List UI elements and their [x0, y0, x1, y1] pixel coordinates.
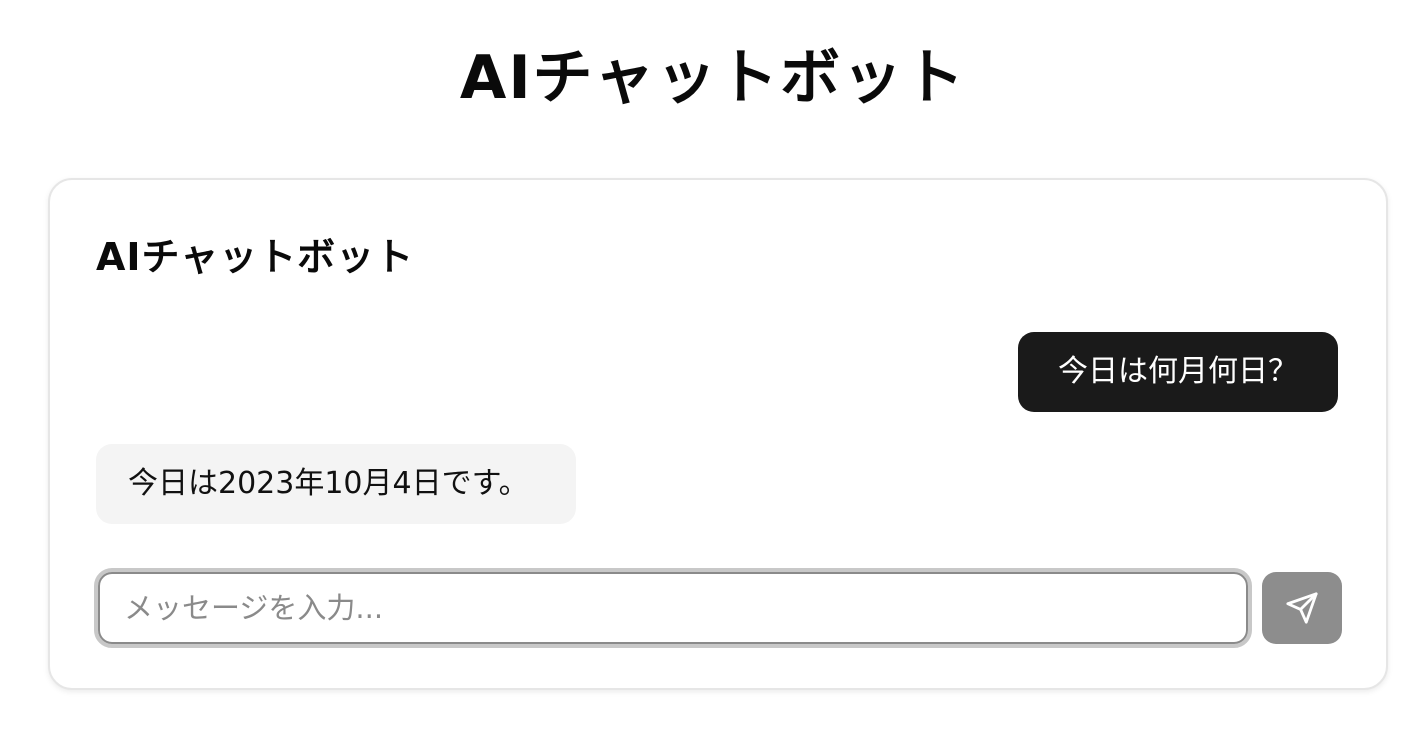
message-input-wrapper	[94, 568, 1252, 648]
user-message: 今日は何月何日？	[1018, 332, 1338, 412]
chat-title: AIチャットボット	[96, 235, 415, 279]
assistant-message: 今日は2023年10月4日です。	[96, 444, 576, 524]
message-input[interactable]	[98, 572, 1248, 644]
chat-card: AIチャットボット 今日は何月何日？ 今日は2023年10月4日です。	[48, 178, 1388, 690]
page-title: AIチャットボット	[459, 43, 967, 113]
send-button[interactable]	[1262, 572, 1342, 644]
send-icon	[1285, 591, 1319, 625]
